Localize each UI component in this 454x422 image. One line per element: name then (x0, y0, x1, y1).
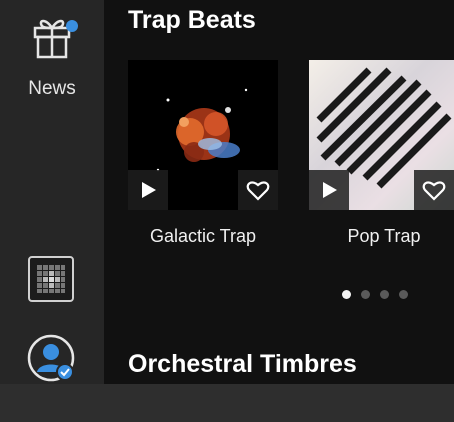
user-check-icon (27, 334, 75, 382)
app-window: News Trap Beats Galactic Trap Pop Trap O… (0, 0, 454, 410)
pagination-dot[interactable] (361, 290, 370, 299)
play-icon (142, 182, 156, 198)
section-title-trap-beats: Trap Beats (128, 6, 256, 34)
favorite-button[interactable] (414, 170, 454, 210)
favorite-button[interactable] (238, 170, 278, 210)
track-card[interactable] (309, 60, 454, 210)
sidebar: News (0, 0, 104, 410)
play-icon (323, 182, 337, 198)
play-button[interactable] (309, 170, 349, 210)
gift-icon (33, 19, 71, 59)
pagination-dot[interactable] (380, 290, 389, 299)
track-title: Galactic Trap (149, 226, 257, 246)
sidebar-item-label: News (28, 78, 76, 99)
sidebar-item-news[interactable]: News (0, 8, 104, 99)
track-title: Pop Trap (347, 226, 421, 246)
heart-icon (422, 181, 446, 201)
section-title-orchestral: Orchestral Timbres (128, 350, 357, 378)
main-content: Trap Beats Galactic Trap Pop Trap Orches… (104, 0, 454, 384)
pagination-dot-active[interactable] (342, 290, 351, 299)
notification-dot (66, 20, 78, 32)
profile-button[interactable] (27, 334, 77, 384)
grid-icon (37, 265, 65, 293)
window-bottom-edge (0, 384, 454, 422)
track-card[interactable] (128, 60, 278, 210)
heart-icon (246, 181, 270, 201)
pagination-dot[interactable] (399, 290, 408, 299)
grid-view-button[interactable] (28, 256, 74, 302)
play-button[interactable] (128, 170, 168, 210)
